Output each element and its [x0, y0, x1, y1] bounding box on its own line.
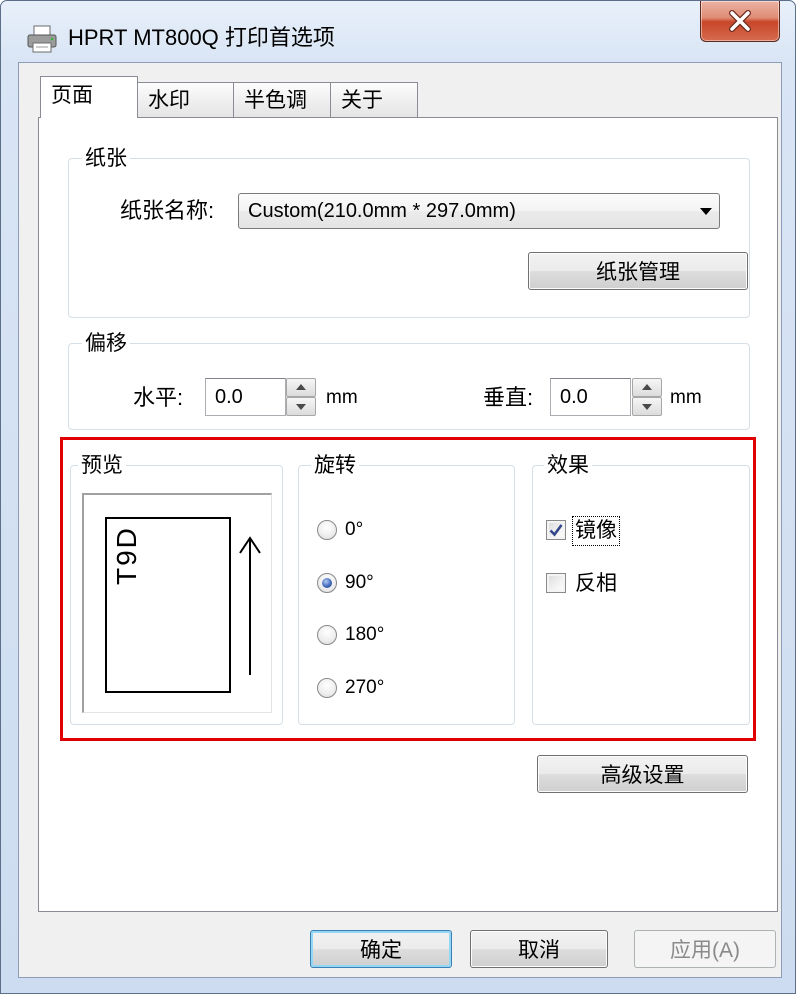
rotation-180-label[interactable]: 180° [345, 623, 384, 647]
invert-label[interactable]: 反相 [572, 569, 620, 599]
horizontal-offset-spinner [286, 378, 316, 416]
paper-groupbox [68, 158, 750, 318]
printer-icon-graphic [27, 25, 57, 53]
ok-button-label: 确定 [360, 939, 402, 962]
tab-label: 关于 [341, 89, 383, 112]
offset-group-label: 偏移 [82, 332, 130, 356]
horizontal-offset-increment[interactable] [286, 378, 316, 397]
tab-label: 水印 [148, 89, 190, 112]
advanced-settings-button-label: 高级设置 [600, 764, 685, 787]
preview-group-label: 预览 [78, 454, 126, 478]
vertical-offset-input[interactable] [550, 378, 631, 416]
arrow-up-icon-graphic [239, 536, 261, 675]
horizontal-offset-input[interactable] [205, 378, 286, 416]
advanced-settings-button[interactable]: 高级设置 [537, 755, 748, 793]
paper-name-label: 纸张名称: [120, 198, 215, 223]
effects-groupbox [532, 465, 750, 725]
rotation-270-radio[interactable] [317, 678, 337, 698]
rotation-group-label: 旋转 [311, 454, 359, 478]
horizontal-offset-label: 水平: [133, 385, 184, 410]
vertical-offset-decrement[interactable] [632, 397, 662, 416]
horizontal-offset-decrement[interactable] [286, 397, 316, 416]
paper-manage-button-label: 纸张管理 [596, 261, 680, 284]
preview-sample-text: T9D [111, 526, 142, 585]
apply-button-label: 应用(A) [670, 939, 740, 962]
apply-button[interactable]: 应用(A) [634, 930, 776, 968]
tab-watermark[interactable]: 水印 [137, 82, 234, 117]
arrow-up-icon [238, 535, 262, 677]
vertical-offset-spinner [632, 378, 662, 416]
cancel-button[interactable]: 取消 [470, 930, 608, 968]
rotation-180-radio[interactable] [317, 625, 337, 645]
printer-icon [26, 24, 58, 54]
rotation-270-label[interactable]: 270° [345, 676, 384, 700]
ok-button[interactable]: 确定 [310, 930, 452, 968]
paper-name-value: Custom(210.0mm * 297.0mm) [248, 200, 516, 222]
rotation-0-radio[interactable] [317, 520, 337, 540]
checkmark-icon [549, 524, 563, 537]
spin-down-icon [642, 404, 652, 410]
tab-halftone[interactable]: 半色调 [233, 82, 331, 117]
vertical-offset-label: 垂直: [483, 385, 534, 410]
invert-checkbox[interactable] [546, 573, 566, 593]
window-title: HPRT MT800Q 打印首选项 [68, 25, 335, 50]
horizontal-offset-unit: mm [326, 387, 358, 408]
rotation-90-label[interactable]: 90° [345, 571, 374, 595]
effects-group-label: 效果 [544, 454, 592, 478]
paper-name-select[interactable]: Custom(210.0mm * 297.0mm) [238, 193, 720, 229]
cancel-button-label: 取消 [518, 939, 560, 962]
spin-up-icon [642, 384, 652, 390]
mirror-checkbox[interactable] [546, 520, 566, 540]
chevron-down-icon [700, 208, 712, 215]
vertical-offset-unit: mm [670, 387, 702, 408]
tab-label: 页面 [51, 84, 93, 107]
close-button[interactable] [700, 1, 780, 42]
rotation-90-radio[interactable] [317, 573, 337, 593]
radio-dot [322, 578, 332, 588]
spin-up-icon [296, 384, 306, 390]
tab-about[interactable]: 关于 [330, 82, 418, 117]
tab-page[interactable]: 页面 [40, 76, 138, 118]
rotation-0-label[interactable]: 0° [345, 518, 363, 542]
paper-manage-button[interactable]: 纸张管理 [528, 252, 748, 290]
vertical-offset-increment[interactable] [632, 378, 662, 397]
paper-group-label: 纸张 [82, 147, 130, 171]
close-icon [729, 10, 751, 32]
mirror-label[interactable]: 镜像 [572, 516, 620, 546]
spin-down-icon [296, 404, 306, 410]
tab-label: 半色调 [244, 89, 307, 112]
